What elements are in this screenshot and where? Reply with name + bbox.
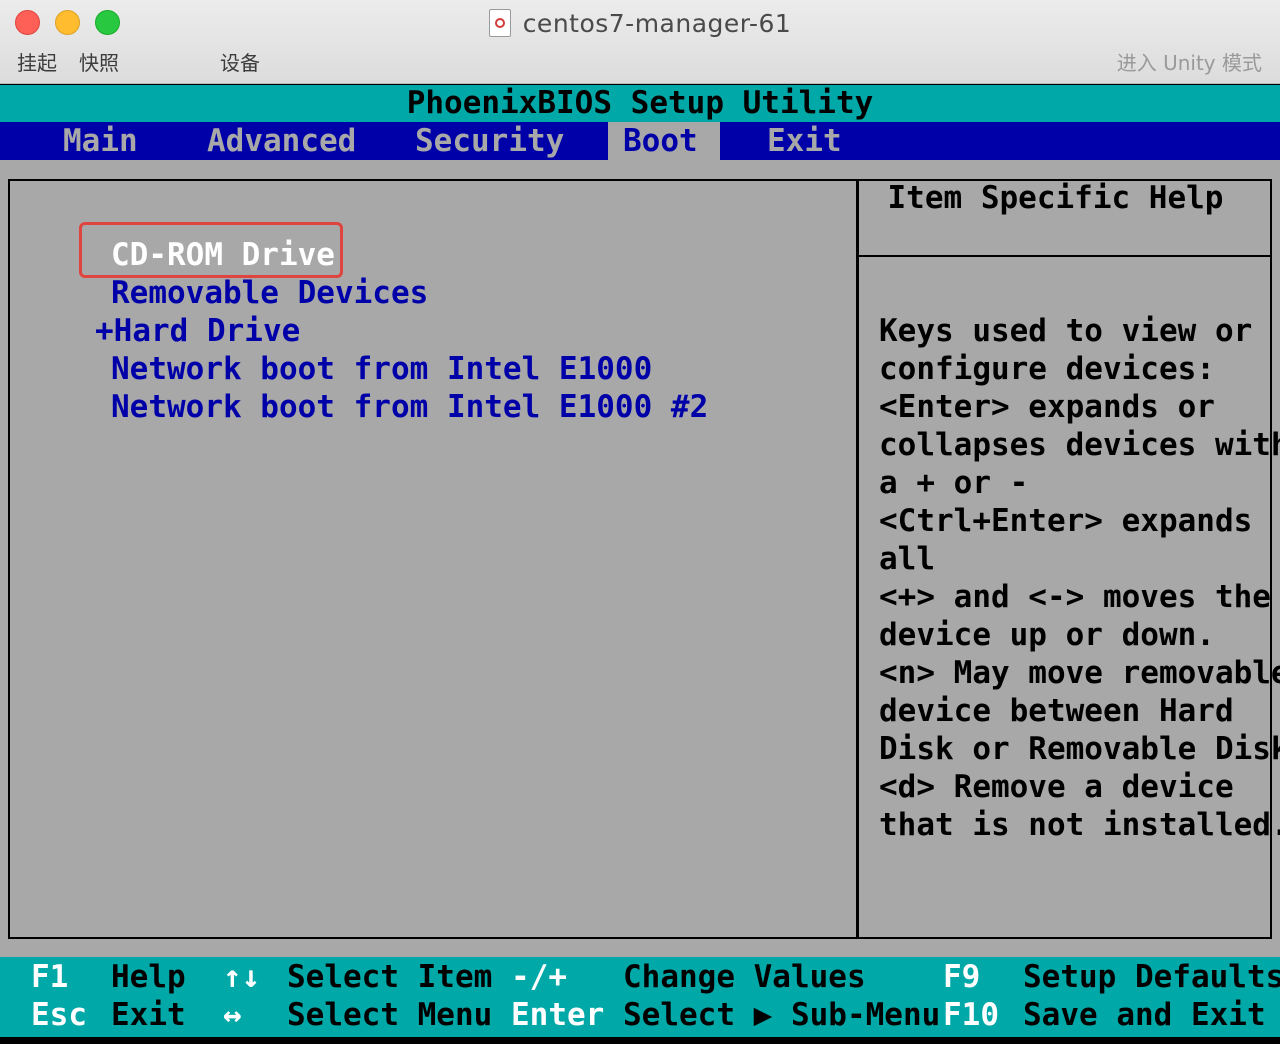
key-f9-desc: Setup Defaults <box>1023 959 1280 995</box>
window-title: centos7-manager-61 <box>522 8 792 38</box>
bios-title: PhoenixBIOS Setup Utility <box>0 85 1280 122</box>
help-title-divider <box>859 255 1272 257</box>
boot-item-network-1[interactable]: Network boot from Intel E1000 <box>111 350 652 388</box>
devices-button[interactable]: 设备 <box>220 47 260 76</box>
key-enter-desc: Select ▶ Sub-Menu <box>623 997 941 1033</box>
key-leftright: ↔ <box>223 997 242 1033</box>
window-title-area: centos7-manager-61 <box>0 6 1280 40</box>
panel-divider <box>856 181 859 937</box>
help-line: <+> and <-> moves the <box>879 579 1271 615</box>
help-line: a + or - <box>879 465 1029 501</box>
key-esc-desc: Exit <box>111 997 186 1033</box>
snapshot-button[interactable]: 快照 <box>79 47 119 76</box>
boot-item-removable[interactable]: Removable Devices <box>111 274 428 312</box>
menu-advanced[interactable]: Advanced <box>192 122 382 160</box>
help-line: <d> Remove a device <box>879 769 1234 805</box>
key-leftright-desc: Select Menu <box>287 997 493 1033</box>
vm-document-icon <box>488 9 511 37</box>
key-f10: F10 <box>943 997 999 1033</box>
help-line: configure devices: <box>879 351 1215 387</box>
key-minus-plus-desc: Change Values <box>623 959 866 995</box>
help-line: device up or down. <box>879 617 1215 653</box>
window-titlebar: centos7-manager-61 挂起 快照 设备 进入 Unity 模式 <box>0 0 1280 84</box>
menu-exit[interactable]: Exit <box>752 122 872 160</box>
bios-footer-keys: F1 Help ↑↓ Select Item -/+ Change Values… <box>0 957 1280 1037</box>
key-updown-desc: Select Item <box>287 959 493 995</box>
suspend-button[interactable]: 挂起 <box>17 47 57 76</box>
help-line: Disk or Removable Disk <box>879 731 1280 767</box>
boot-item-cdrom[interactable]: CD-ROM Drive <box>111 236 335 274</box>
boot-item-hard-drive[interactable]: +Hard Drive <box>95 312 300 350</box>
key-f1-desc: Help <box>111 959 186 995</box>
help-line: <Enter> expands or <box>879 389 1215 425</box>
screen-bottom-edge <box>0 1037 1280 1044</box>
help-line: <Ctrl+Enter> expands <box>879 503 1253 539</box>
help-line: collapses devices with <box>879 427 1280 463</box>
menu-main[interactable]: Main <box>48 122 168 160</box>
help-line: that is not installed. <box>879 807 1280 843</box>
help-line: Keys used to view or <box>879 313 1253 349</box>
enter-unity-mode-button[interactable]: 进入 Unity 模式 <box>1117 47 1262 76</box>
help-line: device between Hard <box>879 693 1234 729</box>
key-minus-plus: -/+ <box>511 959 567 995</box>
menu-security[interactable]: Security <box>400 122 590 160</box>
key-f1: F1 <box>31 959 69 995</box>
help-line: <n> May move removable <box>879 655 1280 691</box>
help-line: all <box>879 541 935 577</box>
key-enter: Enter <box>511 997 605 1033</box>
key-f10-desc: Save and Exit <box>1023 997 1266 1033</box>
key-updown: ↑↓ <box>223 959 261 995</box>
help-panel-title: Item Specific Help <box>887 180 1224 216</box>
bios-body: CD-ROM Drive Removable Devices +Hard Dri… <box>0 160 1280 957</box>
boot-item-network-2[interactable]: Network boot from Intel E1000 #2 <box>111 388 708 426</box>
bios-menu-bar: Main Advanced Security Boot Exit <box>0 122 1280 160</box>
menu-boot[interactable]: Boot <box>608 122 720 160</box>
key-esc: Esc <box>31 997 87 1033</box>
key-f9: F9 <box>943 959 981 995</box>
